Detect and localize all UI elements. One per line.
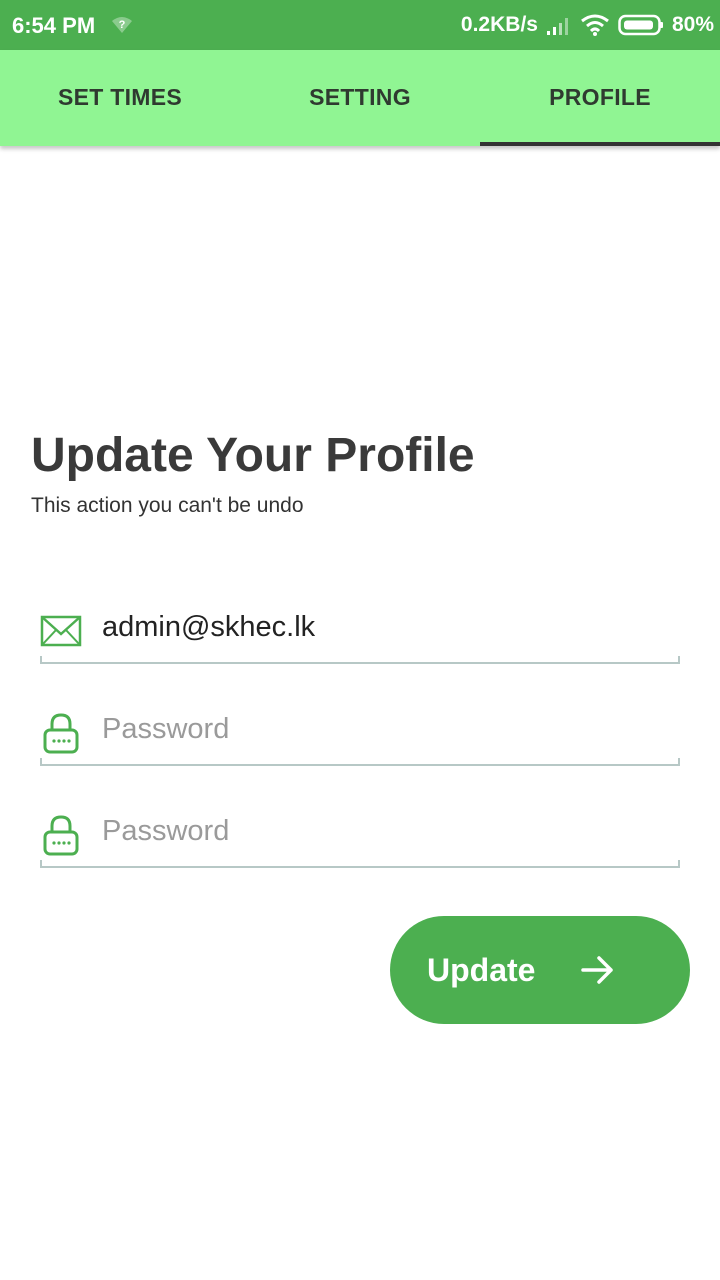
lock-icon <box>43 815 79 856</box>
password-input[interactable] <box>102 706 672 752</box>
tab-label: SETTING <box>309 83 411 110</box>
email-input[interactable] <box>102 604 672 650</box>
tab-profile[interactable]: PROFILE <box>480 50 720 146</box>
page-title: Update Your Profile <box>31 429 475 482</box>
confirm-password-input[interactable] <box>102 808 672 854</box>
confirm-password-underline <box>40 860 680 868</box>
status-bar: 6:54 PM ? 0.2KB/s 80% <box>0 0 720 50</box>
lock-icon <box>43 713 79 754</box>
password-field <box>40 696 680 766</box>
battery-icon <box>618 14 663 36</box>
active-tab-indicator <box>480 142 720 146</box>
email-field <box>40 594 680 664</box>
tab-bar: SET TIMES SETTING PROFILE <box>0 50 720 146</box>
email-underline <box>40 656 680 664</box>
page-subtitle: This action you can't be undo <box>31 494 304 517</box>
tab-setting[interactable]: SETTING <box>240 50 480 146</box>
password-underline <box>40 758 680 766</box>
status-time: 6:54 PM <box>12 13 96 38</box>
svg-text:?: ? <box>119 19 126 31</box>
arrow-right-icon <box>581 956 613 984</box>
wifi-question-icon: ? <box>112 17 132 33</box>
status-right-group: 0.2KB/s 80% <box>461 10 714 40</box>
tab-set-times[interactable]: SET TIMES <box>0 50 240 146</box>
network-speed: 0.2KB/s <box>460 13 538 36</box>
envelope-icon <box>40 615 82 647</box>
signal-icon <box>546 18 568 35</box>
tab-label: SET TIMES <box>57 83 183 110</box>
update-button[interactable]: Update <box>390 916 690 1024</box>
confirm-password-field <box>40 798 680 868</box>
tab-label: PROFILE <box>549 83 651 110</box>
wifi-icon <box>581 14 609 36</box>
update-button-label: Update <box>427 952 536 988</box>
battery-percent: 80% <box>671 13 714 36</box>
